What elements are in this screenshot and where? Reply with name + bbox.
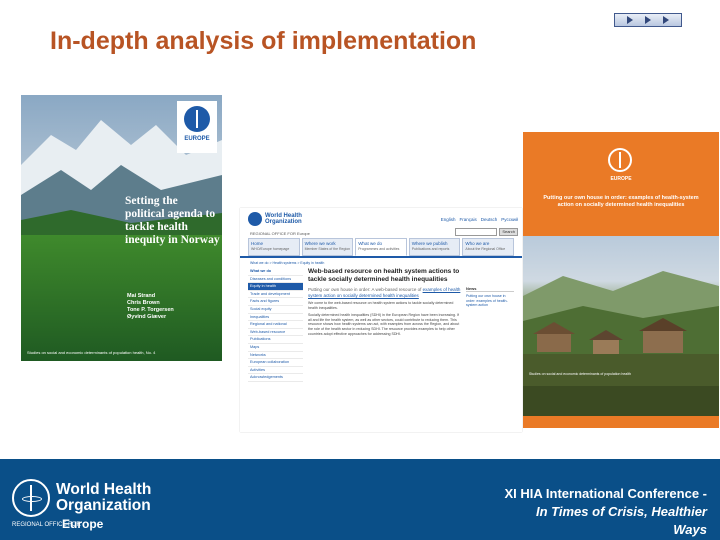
web-right-column: News Putting our own house in order: exa… bbox=[466, 268, 514, 382]
cover-authors: Mai Strand Chris Brown Tone P. Torgersen… bbox=[127, 293, 174, 321]
sidebar-item[interactable]: Facts and figures bbox=[248, 298, 303, 306]
web-main: Web-based resource on health system acti… bbox=[308, 268, 461, 382]
tab-sub: Programmes and activities bbox=[358, 247, 400, 251]
sidebar-item[interactable]: Inequalities bbox=[248, 314, 303, 322]
author-name: Tone P. Torgersen bbox=[127, 307, 174, 313]
web-body: What we do Diseases and conditions Equit… bbox=[240, 268, 522, 382]
tab-sub: Member States of the Region bbox=[304, 247, 351, 251]
arrow-right-icon bbox=[627, 16, 633, 24]
arrow-right-icon bbox=[663, 16, 669, 24]
badge-text: EUROPE bbox=[184, 136, 210, 142]
web-logo[interactable]: World Health Organization bbox=[248, 212, 311, 226]
sidebar-item[interactable]: Trade and development bbox=[248, 291, 303, 299]
search-button[interactable]: Search bbox=[499, 228, 518, 236]
cover-field bbox=[21, 235, 222, 361]
search-input[interactable] bbox=[455, 228, 498, 236]
tab-sub: Publications and reports bbox=[411, 247, 450, 251]
who-logo: World Health Organization bbox=[12, 479, 151, 517]
footer-bar: World Health Organization REGIONAL OFFIC… bbox=[0, 459, 720, 540]
sidebar-item[interactable]: Activities bbox=[248, 367, 303, 375]
tab-sub: About the Regional Office bbox=[465, 247, 506, 251]
village-photo bbox=[523, 236, 719, 416]
sidebar-item[interactable]: Networks bbox=[248, 352, 303, 360]
who-globe-icon bbox=[12, 479, 50, 517]
sidebar-item[interactable]: Web-based resource bbox=[248, 329, 303, 337]
who-badge: EUROPE bbox=[177, 101, 217, 153]
slide-title: In-depth analysis of implementation bbox=[50, 27, 477, 55]
sidebar-item-selected[interactable]: Equity in health bbox=[248, 283, 303, 291]
language-link[interactable]: English bbox=[441, 217, 456, 222]
language-link[interactable]: Русский bbox=[501, 217, 518, 222]
tab-label: Where we work bbox=[304, 241, 336, 246]
tab-label: Where we publish bbox=[411, 241, 448, 246]
tab-label: What we do bbox=[358, 241, 382, 246]
author-name: Mai Strand bbox=[127, 293, 156, 299]
sidebar-item[interactable]: Acknowledgements bbox=[248, 374, 303, 382]
cover-europe-label: EUROPE bbox=[610, 176, 632, 182]
who-emblem-icon bbox=[248, 212, 262, 226]
report-cover-orange: EUROPE Putting our own house in order: e… bbox=[523, 132, 719, 428]
author-name: Øyvind Giæver bbox=[127, 314, 167, 320]
breadcrumb[interactable]: What we do > Health systems > Equity in … bbox=[240, 258, 522, 268]
logo-line: Organization bbox=[56, 497, 151, 514]
web-sidebar: What we do Diseases and conditions Equit… bbox=[248, 268, 303, 382]
web-header: World Health Organization REGIONAL OFFIC… bbox=[240, 208, 522, 238]
cover-series: Studies on social and economic determina… bbox=[27, 350, 156, 355]
web-main-intro: Putting our own house in order: A web-ba… bbox=[308, 287, 461, 298]
tab-where-we-publish[interactable]: Where we publish Publications and report… bbox=[408, 238, 461, 256]
tab-label: Home bbox=[251, 241, 264, 246]
web-paragraph: We come to the web-based resource on hea… bbox=[308, 301, 454, 310]
sidebar-item[interactable]: Diseases and conditions bbox=[248, 276, 303, 284]
arrow-right-icon bbox=[645, 16, 651, 24]
sidebar-item[interactable]: What we do bbox=[248, 268, 303, 276]
cover-caption: Studies on social and economic determina… bbox=[529, 372, 631, 376]
conference-line: XI HIA International Conference - bbox=[504, 486, 708, 501]
author-name: Chris Brown bbox=[127, 300, 160, 306]
who-emblem-icon bbox=[184, 106, 210, 132]
sidebar-item[interactable]: European collaboration bbox=[248, 359, 303, 367]
who-emblem-icon bbox=[608, 148, 632, 172]
report-cover-norway: EUROPE Setting the political agenda to t… bbox=[21, 95, 222, 361]
website-screenshot: World Health Organization REGIONAL OFFIC… bbox=[240, 208, 522, 432]
tab-where-we-work[interactable]: Where we work Member States of the Regio… bbox=[301, 238, 354, 256]
web-regional-office: REGIONAL OFFICE FOR Europe bbox=[250, 231, 310, 236]
cover-title: Putting our own house in order: examples… bbox=[543, 195, 699, 208]
web-search: Search bbox=[455, 228, 518, 236]
logo-line: World Health bbox=[56, 481, 152, 498]
sidebar-item[interactable]: Regional and national bbox=[248, 321, 303, 329]
intro-text: Putting our own house in order: A web-ba… bbox=[308, 287, 423, 292]
cover-title: Setting the political agenda to tackle h… bbox=[125, 195, 220, 246]
tab-home[interactable]: Home WHO/Europe homepage bbox=[248, 238, 300, 256]
conference-line: In Times of Crisis, Healthier bbox=[536, 504, 707, 519]
language-link[interactable]: Deutsch bbox=[481, 217, 498, 222]
sidebar-item[interactable]: Social equity bbox=[248, 306, 303, 314]
sidebar-item[interactable]: Publications bbox=[248, 336, 303, 344]
europe-label: Europe bbox=[62, 517, 104, 531]
tab-sub: WHO/Europe homepage bbox=[251, 247, 290, 251]
tab-who-we-are[interactable]: Who we are About the Regional Office bbox=[462, 238, 514, 256]
right-link[interactable]: Putting our own house in order: examples… bbox=[466, 294, 514, 308]
conference-line: Ways bbox=[673, 522, 707, 537]
who-logo-text: World Health Organization bbox=[56, 482, 151, 514]
web-tabs: Home WHO/Europe homepage Where we work M… bbox=[240, 238, 522, 258]
web-main-title: Web-based resource on health system acti… bbox=[308, 268, 460, 283]
web-logo-text: World Health Organization bbox=[265, 213, 302, 225]
right-heading: News bbox=[466, 286, 514, 292]
language-links: English Français Deutsch Русский bbox=[441, 217, 518, 222]
language-link[interactable]: Français bbox=[460, 217, 477, 222]
tab-what-we-do[interactable]: What we do Programmes and activities bbox=[355, 238, 407, 256]
conference-text: XI HIA International Conference - In Tim… bbox=[477, 485, 708, 539]
web-paragraph: Socially determined health inequalities … bbox=[308, 313, 460, 336]
next-slide-button[interactable] bbox=[614, 13, 682, 27]
sidebar-item[interactable]: Maps bbox=[248, 344, 303, 352]
village-illustration bbox=[523, 271, 719, 416]
tab-label: Who we are bbox=[465, 241, 490, 246]
